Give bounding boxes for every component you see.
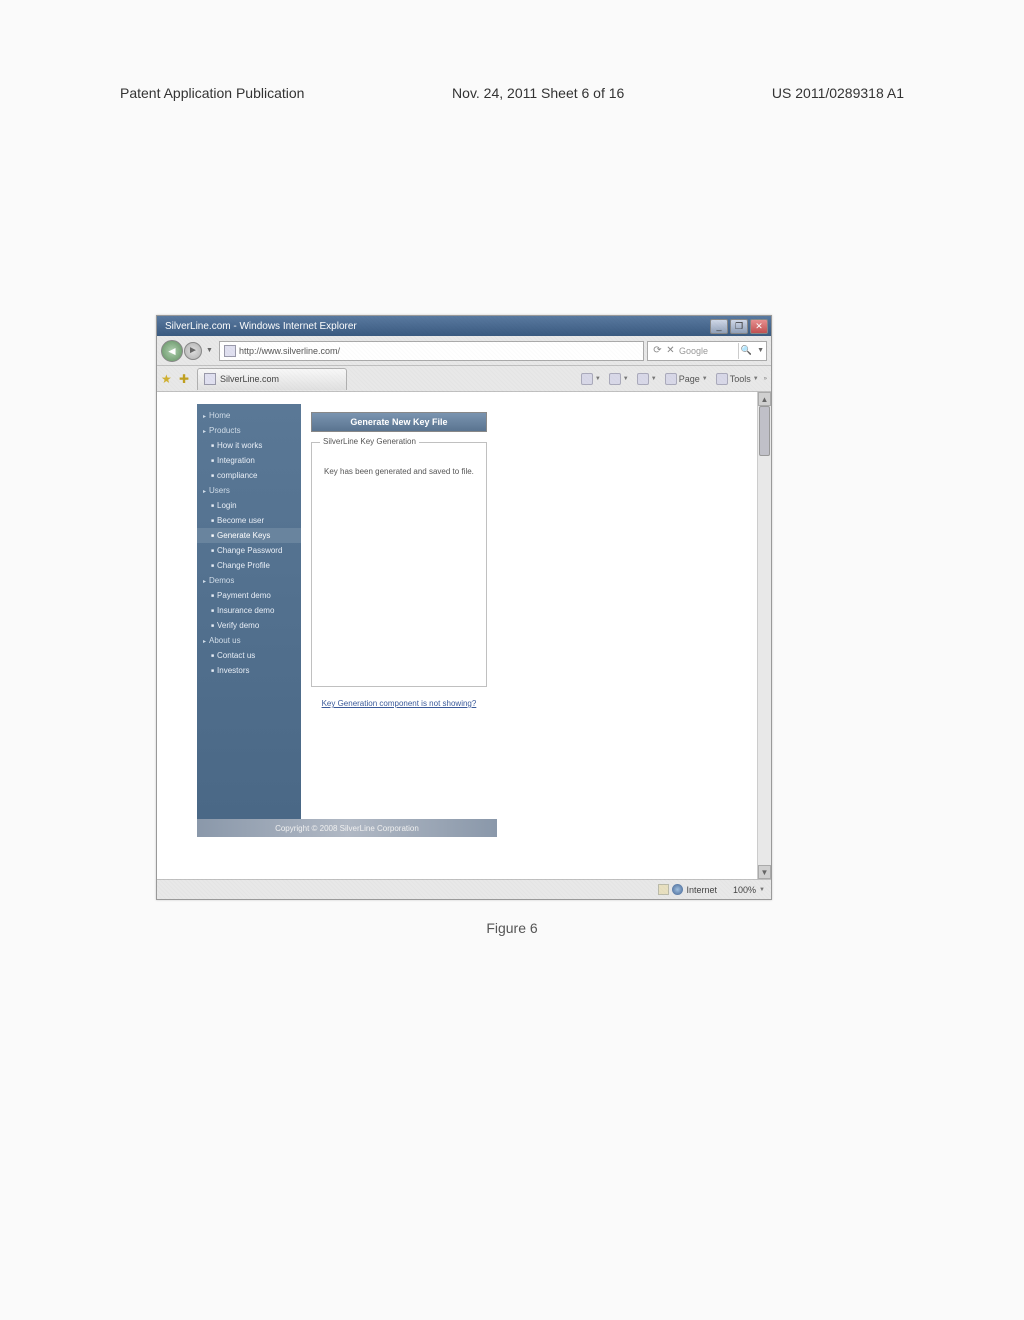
page-body: Home Products How it works Integration c… [197, 404, 717, 837]
sidebar-item-investors[interactable]: Investors [197, 663, 301, 678]
window-controls: _ ❐ ✕ [710, 319, 768, 334]
status-message: Key has been generated and saved to file… [312, 443, 486, 476]
zoom-label: 100% [733, 885, 756, 895]
shield-icon [658, 884, 669, 895]
sidebar-item-generate-keys[interactable]: Generate Keys [197, 528, 301, 543]
sidebar-group-products[interactable]: Products [197, 423, 301, 438]
globe-icon [672, 884, 683, 895]
sidebar-group-home[interactable]: Home [197, 408, 301, 423]
address-bar[interactable]: http://www.silverline.com/ [219, 341, 644, 361]
page-icon [665, 373, 677, 385]
tab-bar: ★ ✚ SilverLine.com ▼ ▼ ▼ Page▼ Tools▼ » [157, 366, 771, 392]
fieldset-legend: SilverLine Key Generation [320, 437, 419, 446]
print-button[interactable]: ▼ [634, 371, 660, 387]
sidebar-item-payment-demo[interactable]: Payment demo [197, 588, 301, 603]
sidebar-item-change-password[interactable]: Change Password [197, 543, 301, 558]
nav-history-dropdown[interactable]: ▼ [203, 347, 216, 354]
sidebar-item-verify-demo[interactable]: Verify demo [197, 618, 301, 633]
search-dropdown-icon[interactable]: ▼ [757, 347, 764, 354]
sidebar-item-contact-us[interactable]: Contact us [197, 648, 301, 663]
zoom-control[interactable]: 100% ▼ [733, 885, 765, 895]
search-go-icon[interactable]: 🔍 [738, 343, 754, 359]
refresh-icon[interactable]: ⟳ [652, 345, 663, 356]
sidebar-item-integration[interactable]: Integration [197, 453, 301, 468]
scroll-down-button[interactable]: ▼ [758, 865, 771, 879]
nav-back-forward: ◄ ► ▼ [161, 340, 216, 362]
status-bar: Internet 100% ▼ [157, 879, 771, 899]
scroll-thumb[interactable] [759, 406, 770, 456]
url-text: http://www.silverline.com/ [239, 346, 340, 356]
patent-page-header: Patent Application Publication Nov. 24, … [120, 85, 904, 101]
vertical-scrollbar[interactable]: ▲ ▼ [757, 392, 771, 879]
favorites-icon[interactable]: ★ [161, 372, 175, 386]
tools-menu-button[interactable]: Tools▼ [713, 371, 762, 387]
main-panel: Generate New Key File SilverLine Key Gen… [301, 404, 497, 819]
search-placeholder: Google [679, 346, 708, 356]
figure-caption: Figure 6 [0, 920, 1024, 936]
site-icon [224, 345, 236, 357]
sidebar-item-login[interactable]: Login [197, 498, 301, 513]
sidebar-group-demos[interactable]: Demos [197, 573, 301, 588]
maximize-button[interactable]: ❐ [730, 319, 748, 334]
keygen-fieldset: SilverLine Key Generation Key has been g… [311, 442, 487, 687]
add-favorites-icon[interactable]: ✚ [179, 372, 193, 386]
page-menu-label: Page [679, 374, 700, 384]
sidebar-group-users[interactable]: Users [197, 483, 301, 498]
security-zone[interactable]: Internet [658, 884, 717, 895]
header-left: Patent Application Publication [120, 85, 304, 101]
help-link[interactable]: Key Generation component is not showing? [311, 699, 487, 708]
panel-header: Generate New Key File [311, 412, 487, 432]
feeds-button[interactable]: ▼ [606, 371, 632, 387]
nav-bar: ◄ ► ▼ http://www.silverline.com/ ⟳ ✕ Goo… [157, 336, 771, 366]
stop-icon[interactable]: ✕ [665, 345, 676, 356]
tab-site-icon [204, 373, 216, 385]
minimize-button[interactable]: _ [710, 319, 728, 334]
home-icon [581, 373, 593, 385]
tab-label: SilverLine.com [220, 374, 279, 384]
window-titlebar: SilverLine.com - Windows Internet Explor… [157, 316, 771, 336]
window-title: SilverLine.com - Windows Internet Explor… [165, 321, 357, 332]
sidebar-item-insurance-demo[interactable]: Insurance demo [197, 603, 301, 618]
print-icon [637, 373, 649, 385]
scroll-up-button[interactable]: ▲ [758, 392, 771, 406]
sidebar-group-about[interactable]: About us [197, 633, 301, 648]
sidebar-item-compliance[interactable]: compliance [197, 468, 301, 483]
chevron-right-icon[interactable]: » [764, 376, 767, 382]
zoom-dropdown-icon: ▼ [759, 887, 765, 893]
browser-tab[interactable]: SilverLine.com [197, 368, 347, 390]
page-footer: Copyright © 2008 SilverLine Corporation [197, 819, 497, 837]
header-right: US 2011/0289318 A1 [772, 85, 904, 101]
sidebar-item-change-profile[interactable]: Change Profile [197, 558, 301, 573]
back-button[interactable]: ◄ [161, 340, 183, 362]
sidebar-item-become-user[interactable]: Become user [197, 513, 301, 528]
zone-label: Internet [686, 885, 717, 895]
close-button[interactable]: ✕ [750, 319, 768, 334]
tools-icon [716, 373, 728, 385]
search-box[interactable]: ⟳ ✕ Google 🔍 ▼ [647, 341, 767, 361]
tools-menu-label: Tools [730, 374, 751, 384]
page-menu-button[interactable]: Page▼ [662, 371, 711, 387]
header-center: Nov. 24, 2011 Sheet 6 of 16 [452, 85, 624, 101]
home-button[interactable]: ▼ [578, 371, 604, 387]
sidebar-item-how-it-works[interactable]: How it works [197, 438, 301, 453]
forward-button[interactable]: ► [184, 342, 202, 360]
command-bar: ▼ ▼ ▼ Page▼ Tools▼ » [578, 371, 767, 387]
feeds-icon [609, 373, 621, 385]
content-area: ▲ ▼ Home Products How it works Integrati… [157, 392, 771, 879]
browser-window: SilverLine.com - Windows Internet Explor… [156, 315, 772, 900]
sidebar-nav: Home Products How it works Integration c… [197, 404, 301, 819]
